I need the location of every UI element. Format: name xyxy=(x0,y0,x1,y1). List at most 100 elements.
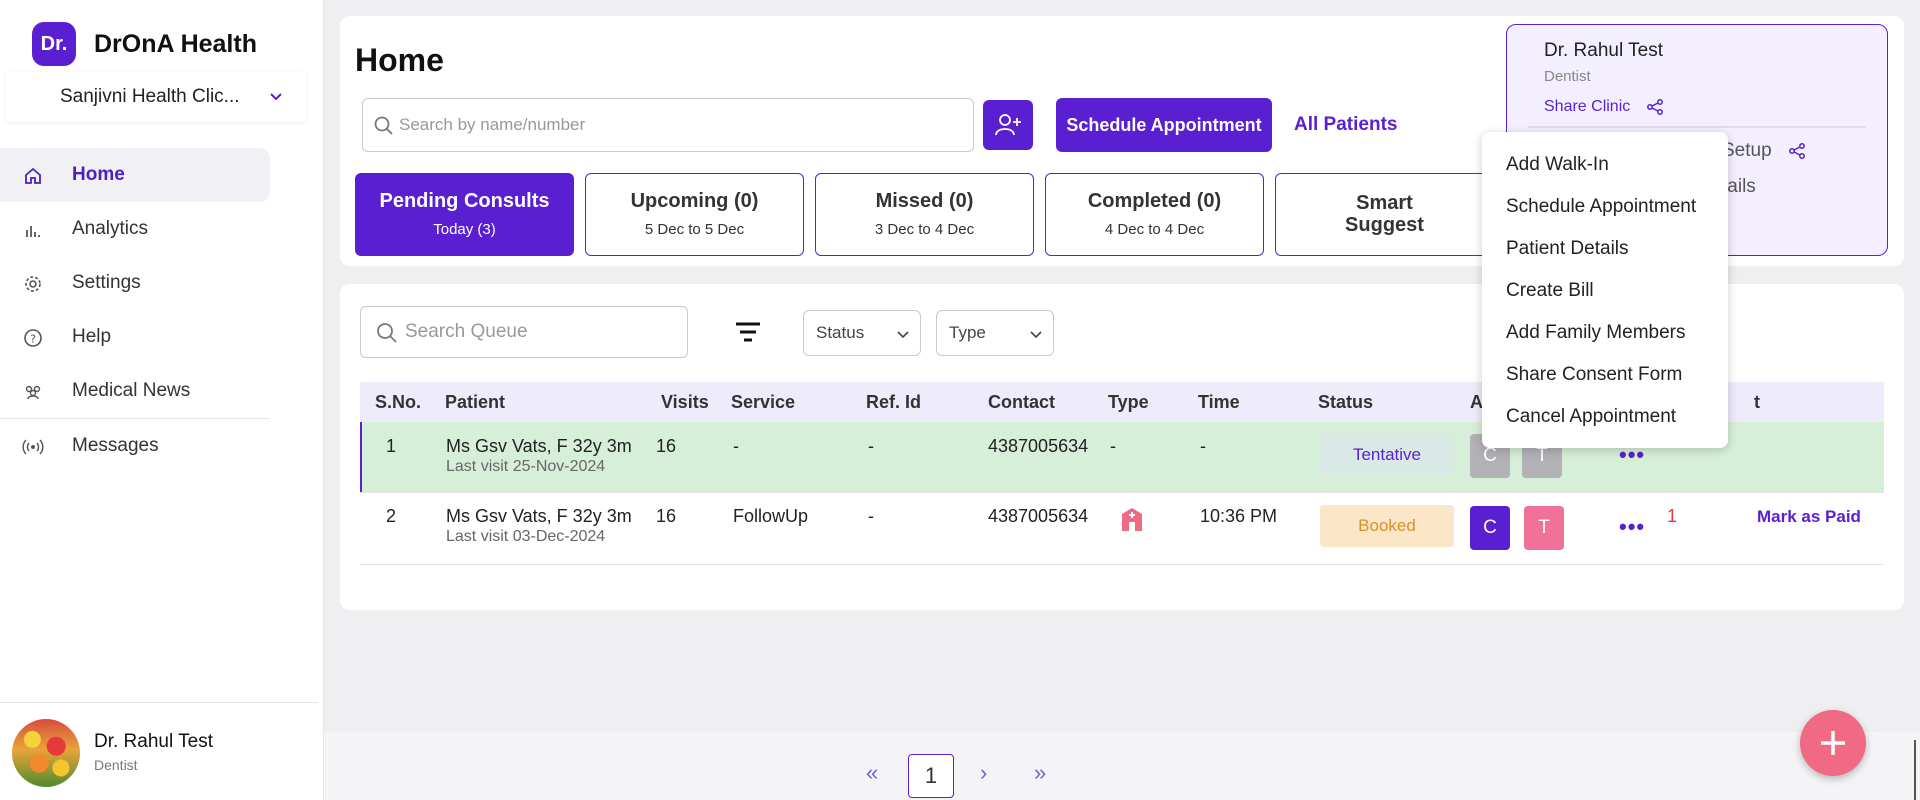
tab-pending-consults[interactable]: Pending Consults Today (3) xyxy=(355,173,574,256)
people-icon xyxy=(22,381,44,403)
user-profile[interactable]: Dr. Rahul Test Dentist xyxy=(0,702,318,800)
cell-time: 10:36 PM xyxy=(1200,506,1278,526)
sidebar-item-settings[interactable]: Settings xyxy=(0,256,324,310)
tab-sublabel: Today (3) xyxy=(433,221,496,238)
tab-completed[interactable]: Completed (0) 4 Dec to 4 Dec xyxy=(1045,173,1264,256)
doctor-card-divider xyxy=(1528,126,1866,128)
patient-search-input[interactable]: Search by name/number xyxy=(362,98,974,152)
type-filter-value: Type xyxy=(949,323,986,342)
menu-item-schedule-appointment[interactable]: Schedule Appointment xyxy=(1482,186,1728,228)
queue-search-input[interactable]: Search Queue xyxy=(360,306,688,358)
brand[interactable]: Dr. DrOnA Health xyxy=(32,22,257,66)
consult-button[interactable]: C xyxy=(1470,506,1510,550)
cell-patient[interactable]: Ms Gsv Vats, F 32y 3m xyxy=(446,436,632,457)
row-divider xyxy=(360,564,1884,565)
sidebar-item-help[interactable]: ? Help xyxy=(0,310,324,364)
search-icon xyxy=(377,323,397,343)
schedule-appointment-button[interactable]: Schedule Appointment xyxy=(1056,98,1272,152)
first-page-button[interactable]: « xyxy=(866,760,878,786)
menu-item-cancel-appointment[interactable]: Cancel Appointment xyxy=(1482,396,1728,438)
cell-patient[interactable]: Ms Gsv Vats, F 32y 3m xyxy=(446,506,632,527)
type-filter-select[interactable]: Type xyxy=(936,310,1054,356)
broadcast-icon xyxy=(22,436,44,458)
tab-label: Missed (0) xyxy=(875,190,974,212)
avatar xyxy=(12,719,80,787)
mark-as-paid-link[interactable]: Mark as Paid xyxy=(1757,507,1861,527)
tab-smart-suggest[interactable]: Smart Suggest xyxy=(1275,173,1494,256)
chevron-down-icon xyxy=(897,331,909,339)
setup-label: Setup xyxy=(1722,140,1772,161)
sidebar-item-label: Home xyxy=(72,164,125,185)
tab-sublabel: 5 Dec to 5 Dec xyxy=(644,221,745,238)
queue-search-placeholder: Search Queue xyxy=(405,321,528,342)
cell-last-visit: Last visit 25-Nov-2024 xyxy=(446,458,606,475)
column-header-patient: Patient xyxy=(445,392,506,412)
chevron-down-icon xyxy=(270,93,282,101)
sidebar-nav: Home Analytics Settings ? Help Medical N… xyxy=(0,148,324,473)
clinic-select[interactable]: Sanjivni Health Clic... xyxy=(6,72,306,122)
sidebar-item-medical-news[interactable]: Medical News xyxy=(0,364,324,418)
tab-missed[interactable]: Missed (0) 3 Dec to 4 Dec xyxy=(815,173,1034,256)
scrollbar[interactable] xyxy=(1914,740,1916,800)
sidebar-item-label: Messages xyxy=(72,435,159,456)
share-icon xyxy=(1788,143,1805,159)
cell-contact: 4387005634 xyxy=(988,506,1089,526)
row-actions-menu: Add Walk-In Schedule Appointment Patient… xyxy=(1482,132,1728,448)
cell-last-visit: Last visit 03-Dec-2024 xyxy=(446,528,606,545)
filter-icon[interactable] xyxy=(734,320,762,344)
current-page[interactable]: 1 xyxy=(908,754,954,798)
more-options-icon[interactable]: ••• xyxy=(1619,514,1645,540)
add-user-icon xyxy=(995,114,1021,136)
search-icon xyxy=(374,116,393,135)
column-header-partial: t xyxy=(1754,392,1760,412)
user-name: Dr. Rahul Test xyxy=(94,731,213,752)
cell-sno: 2 xyxy=(386,506,397,526)
add-fab-button[interactable] xyxy=(1800,710,1866,776)
all-patients-link[interactable]: All Patients xyxy=(1294,114,1397,136)
menu-item-create-bill[interactable]: Create Bill xyxy=(1482,270,1728,312)
menu-item-patient-details[interactable]: Patient Details xyxy=(1482,228,1728,270)
analytics-icon xyxy=(22,219,44,241)
menu-item-add-family-members[interactable]: Add Family Members xyxy=(1482,312,1728,354)
row-divider xyxy=(360,492,1884,493)
doctor-role: Dentist xyxy=(1544,68,1591,85)
tag-button[interactable]: T xyxy=(1524,506,1564,550)
column-header-time: Time xyxy=(1198,392,1240,412)
menu-item-add-walk-in[interactable]: Add Walk-In xyxy=(1482,144,1728,186)
sidebar-item-label: Settings xyxy=(72,272,141,293)
last-page-button[interactable]: » xyxy=(1034,760,1046,786)
hospital-icon xyxy=(1122,508,1142,531)
sidebar: Dr. DrOnA Health Sanjivni Health Clic...… xyxy=(0,0,324,800)
status-badge[interactable]: Tentative xyxy=(1320,434,1454,476)
cell-sno: 1 xyxy=(386,436,397,456)
home-icon xyxy=(22,165,44,187)
column-header-visits: Visits xyxy=(661,392,709,412)
share-clinic-link[interactable]: Share Clinic xyxy=(1544,98,1664,116)
column-header-service: Service xyxy=(731,392,796,412)
sidebar-item-home[interactable]: Home xyxy=(0,148,270,202)
tab-upcoming[interactable]: Upcoming (0) 5 Dec to 5 Dec xyxy=(585,173,804,256)
svg-text:?: ? xyxy=(30,333,36,346)
next-page-button[interactable]: › xyxy=(980,760,987,786)
sidebar-item-messages[interactable]: Messages xyxy=(0,419,324,473)
tab-label: Smart Suggest xyxy=(1276,192,1493,236)
sidebar-item-analytics[interactable]: Analytics xyxy=(0,202,324,256)
menu-item-share-consent-form[interactable]: Share Consent Form xyxy=(1482,354,1728,396)
column-header-status: Status xyxy=(1318,392,1374,412)
cell-service: - xyxy=(733,436,739,456)
brand-name: DrOnA Health xyxy=(94,29,257,58)
status-filter-value: Status xyxy=(816,323,865,342)
page-title: Home xyxy=(355,42,444,78)
status-filter-select[interactable]: Status xyxy=(803,310,921,356)
tab-label-line1: Smart xyxy=(1356,192,1413,214)
tab-label: Pending Consults xyxy=(379,190,550,212)
cell-visits: 16 xyxy=(656,436,677,456)
status-badge[interactable]: Booked xyxy=(1320,505,1454,547)
pagination-bar xyxy=(324,732,1920,800)
add-patient-button[interactable] xyxy=(983,100,1033,150)
share-clinic-label: Share Clinic xyxy=(1544,98,1631,115)
clinic-select-value: Sanjivni Health Clic... xyxy=(60,86,240,107)
setup-link[interactable]: Setup xyxy=(1722,140,1806,162)
cell-ref-id: - xyxy=(868,436,874,456)
tab-label-line2: Suggest xyxy=(1345,214,1424,236)
